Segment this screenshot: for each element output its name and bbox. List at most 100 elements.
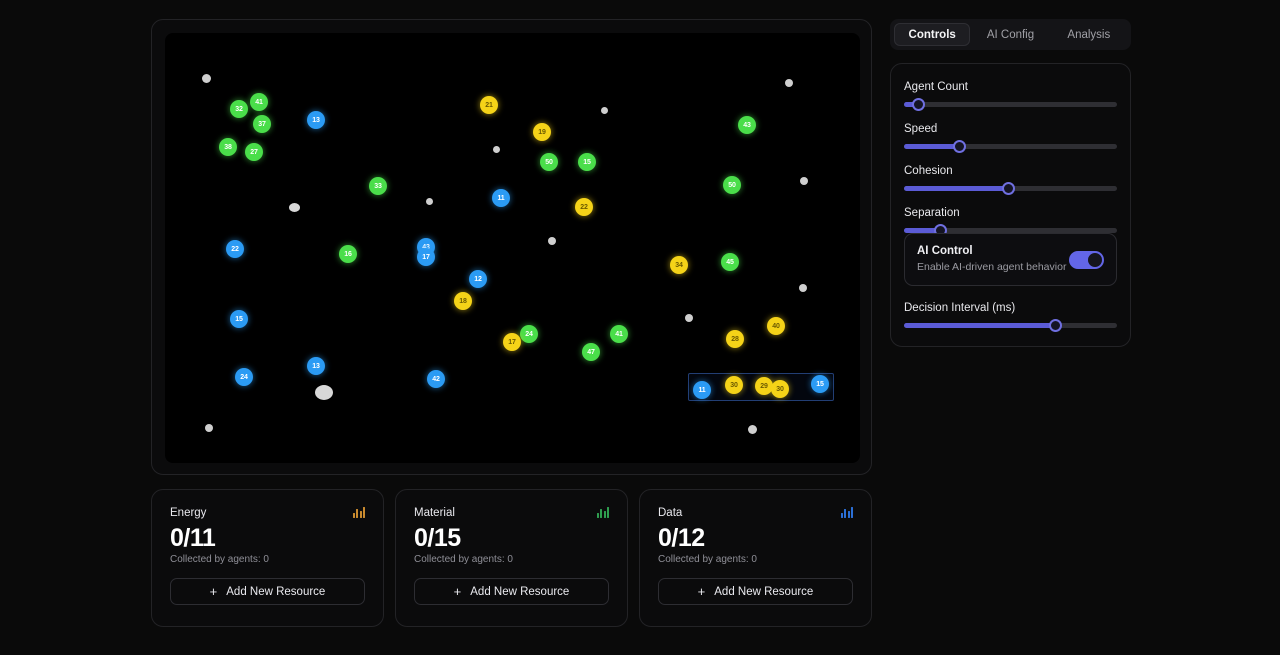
- resource-particle[interactable]: [800, 177, 808, 185]
- add-new-resource-label: Add New Resource: [470, 586, 569, 598]
- agent-marker[interactable]: 34: [670, 256, 688, 274]
- agent-marker[interactable]: 19: [533, 123, 551, 141]
- agent-marker[interactable]: 24: [520, 325, 538, 343]
- add-new-resource-button[interactable]: +Add New Resource: [414, 578, 609, 605]
- agent-marker[interactable]: 17: [417, 248, 435, 266]
- agent-marker[interactable]: 22: [226, 240, 244, 258]
- agent-marker[interactable]: 37: [253, 115, 271, 133]
- resource-cluster[interactable]: [315, 385, 333, 400]
- resource-particle[interactable]: [426, 198, 433, 205]
- resource-particle[interactable]: [748, 425, 757, 434]
- agent-marker[interactable]: 30: [725, 376, 743, 394]
- ai-control-toggle[interactable]: [1069, 251, 1104, 269]
- simulation-canvas[interactable]: 3241373827331615504350452441471311431712…: [165, 33, 860, 463]
- add-new-resource-label: Add New Resource: [226, 586, 325, 598]
- tab-analysis[interactable]: Analysis: [1051, 23, 1127, 46]
- agent-marker[interactable]: 13: [307, 111, 325, 129]
- agent-marker[interactable]: 11: [693, 381, 711, 399]
- agent-marker[interactable]: 41: [250, 93, 268, 111]
- resource-title: Material: [414, 507, 455, 519]
- resource-particle[interactable]: [548, 237, 556, 245]
- slider-fill: [904, 144, 959, 149]
- agent-marker[interactable]: 50: [723, 176, 741, 194]
- slider-field-speed: Speed: [904, 123, 1117, 149]
- agent-marker[interactable]: 47: [582, 343, 600, 361]
- agent-marker[interactable]: 45: [721, 253, 739, 271]
- slider-field-separation: Separation: [904, 207, 1117, 233]
- agent-marker[interactable]: 28: [726, 330, 744, 348]
- tab-ai-config[interactable]: AI Config: [972, 23, 1048, 46]
- slider-field-cohesion: Cohesion: [904, 165, 1117, 191]
- slider-label: Decision Interval (ms): [904, 302, 1117, 314]
- slider-thumb[interactable]: [953, 140, 966, 153]
- bar-chart-icon: [597, 507, 610, 518]
- resource-card: Energy 0/11 Collected by agents: 0 +Add New…: [151, 489, 384, 627]
- resource-card: Material 0/15 Collected by agents: 0 +Add N…: [395, 489, 628, 627]
- slider-track[interactable]: [904, 102, 1117, 107]
- resource-value: 0/15: [414, 525, 609, 551]
- agent-marker[interactable]: 11: [492, 189, 510, 207]
- slider-group-bottom: Decision Interval (ms): [904, 302, 1117, 328]
- resource-header: Data: [658, 507, 853, 519]
- slider-thumb[interactable]: [912, 98, 925, 111]
- resource-header: Energy: [170, 507, 365, 519]
- resource-value: 0/12: [658, 525, 853, 551]
- slider[interactable]: [904, 186, 1117, 191]
- slider-thumb[interactable]: [1049, 319, 1062, 332]
- agent-marker[interactable]: 18: [454, 292, 472, 310]
- resource-particle[interactable]: [601, 107, 608, 114]
- slider-fill: [904, 186, 1008, 191]
- resource-particle[interactable]: [785, 79, 793, 87]
- agent-marker[interactable]: 15: [811, 375, 829, 393]
- right-panel: ControlsAI ConfigAnalysis Agent Count Spe…: [890, 19, 1131, 347]
- agent-marker[interactable]: 43: [738, 116, 756, 134]
- agent-marker[interactable]: 42: [427, 370, 445, 388]
- agent-marker[interactable]: 21: [480, 96, 498, 114]
- agent-marker[interactable]: 22: [575, 198, 593, 216]
- resource-particle[interactable]: [685, 314, 693, 322]
- slider-label: Cohesion: [904, 165, 1117, 177]
- slider-label: Agent Count: [904, 81, 1117, 93]
- bar-chart-icon: [841, 507, 854, 518]
- add-new-resource-button[interactable]: +Add New Resource: [658, 578, 853, 605]
- agent-marker[interactable]: 24: [235, 368, 253, 386]
- agent-marker[interactable]: 40: [767, 317, 785, 335]
- tab-controls[interactable]: Controls: [894, 23, 970, 46]
- agent-marker[interactable]: 13: [307, 357, 325, 375]
- resource-particle[interactable]: [202, 74, 211, 83]
- slider-label: Separation: [904, 207, 1117, 219]
- slider-thumb[interactable]: [1002, 182, 1015, 195]
- tab-bar: ControlsAI ConfigAnalysis: [890, 19, 1131, 50]
- resource-value: 0/11: [170, 525, 365, 551]
- resource-particle[interactable]: [205, 424, 213, 432]
- agent-marker[interactable]: 38: [219, 138, 237, 156]
- resource-collected-count: Collected by agents: 0: [658, 554, 853, 565]
- agent-marker[interactable]: 17: [503, 333, 521, 351]
- agent-marker[interactable]: 27: [245, 143, 263, 161]
- resource-title: Energy: [170, 507, 206, 519]
- agent-marker[interactable]: 15: [578, 153, 596, 171]
- slider[interactable]: [904, 323, 1117, 328]
- agent-marker[interactable]: 50: [540, 153, 558, 171]
- resource-cluster[interactable]: [289, 203, 300, 212]
- agent-marker[interactable]: 12: [469, 270, 487, 288]
- agent-marker[interactable]: 33: [369, 177, 387, 195]
- agent-marker[interactable]: 32: [230, 100, 248, 118]
- add-new-resource-button[interactable]: +Add New Resource: [170, 578, 365, 605]
- resource-collected-count: Collected by agents: 0: [414, 554, 609, 565]
- slider[interactable]: [904, 144, 1117, 149]
- agent-marker[interactable]: 41: [610, 325, 628, 343]
- slider-field-agent-count: Agent Count: [904, 81, 1117, 107]
- resource-title: Data: [658, 507, 682, 519]
- slider[interactable]: [904, 102, 1117, 107]
- plus-icon: +: [698, 585, 706, 598]
- slider-fill: [904, 323, 1055, 328]
- resource-card: Data 0/12 Collected by agents: 0 +Add New R…: [639, 489, 872, 627]
- resource-particle[interactable]: [799, 284, 807, 292]
- resource-collected-count: Collected by agents: 0: [170, 554, 365, 565]
- controls-card: Agent CountSpeedCohesionSeparation AI Co…: [890, 63, 1131, 347]
- agent-marker[interactable]: 16: [339, 245, 357, 263]
- resource-particle[interactable]: [493, 146, 500, 153]
- agent-marker[interactable]: 15: [230, 310, 248, 328]
- agent-marker[interactable]: 30: [771, 380, 789, 398]
